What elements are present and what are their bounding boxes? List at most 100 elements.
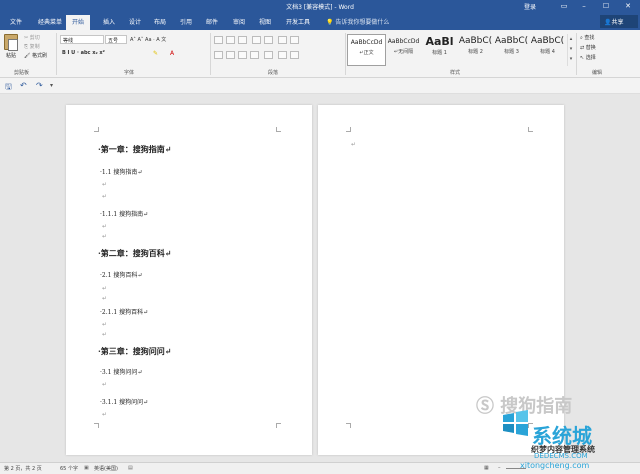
style-normal[interactable]: AaBbCcDd ↵正文 — [347, 34, 386, 66]
tab-home[interactable]: 开始 — [66, 15, 91, 30]
highlight-icon[interactable]: ✎ — [153, 50, 158, 57]
read-mode-icon[interactable]: ▦ — [484, 465, 489, 471]
tab-review[interactable]: 审阅 — [233, 17, 245, 26]
justify-icon[interactable] — [250, 51, 259, 59]
paragraph-mark: ↵ — [102, 233, 108, 240]
tell-me-text: 告诉我你想要做什么 — [335, 19, 390, 26]
style-sample: AaBbCcDd — [350, 39, 383, 46]
font-color-icon[interactable]: A — [170, 50, 174, 57]
select-button[interactable]: ↖ 选择 — [580, 54, 596, 61]
heading-1[interactable]: ·第一章：搜狗指南↵ — [98, 144, 172, 155]
xitongcheng-url-watermark: xitongcheng.com — [520, 461, 590, 470]
style-sample: AaBbC( — [458, 36, 493, 46]
style-sample: AaBbCcDd — [387, 38, 420, 45]
tab-developer[interactable]: 开发工具 — [286, 17, 310, 26]
numbering-icon[interactable] — [226, 36, 235, 44]
bullets-icon[interactable] — [214, 36, 223, 44]
page-1[interactable]: ·第一章：搜狗指南↵ ·1.1 搜狗指南↵ ↵ ↵ ·1.1.1 搜狗指南↵ ↵… — [66, 105, 312, 455]
heading-2[interactable]: ·2.1 搜狗百科↵ — [100, 270, 142, 279]
style-heading-2[interactable]: AaBbC( 标题 2 — [456, 34, 495, 66]
tab-file[interactable]: 文件 — [10, 17, 22, 26]
heading-3[interactable]: ·1.1.1 搜狗指南↵ — [100, 209, 148, 218]
redo-icon[interactable]: ↷ — [36, 81, 43, 90]
ribbon: 粘贴 ✂ 剪切 ⎘ 复制 🖌 格式刷 剪贴板 等线 五号 A˄ A˅ Aa · … — [0, 30, 640, 78]
font-size-select[interactable]: 五号 — [105, 35, 127, 44]
style-name: ↵正文 — [359, 50, 374, 56]
find-button[interactable]: ⌕ 查找 — [580, 34, 594, 41]
style-name: 标题 2 — [468, 49, 483, 55]
font-name-select[interactable]: 等线 — [60, 35, 104, 44]
editing-group-label: 编辑 — [592, 70, 603, 76]
align-left-icon[interactable] — [214, 51, 223, 59]
ribbon-display-icon[interactable]: ▭ — [556, 1, 572, 12]
word-count[interactable]: 65 个字 — [60, 465, 78, 472]
style-no-spacing[interactable]: AaBbCcDd ↵无间隔 — [384, 34, 423, 66]
tab-design[interactable]: 设计 — [129, 17, 141, 26]
increase-indent-icon[interactable] — [264, 36, 273, 44]
format-painter-button[interactable]: 🖌 格式刷 — [24, 52, 47, 59]
heading-1[interactable]: ·第二章：搜狗百科↵ — [98, 248, 172, 259]
style-sample: AaBbC( — [530, 36, 565, 46]
style-name: 标题 1 — [432, 50, 447, 56]
paragraph-mark: ↵ — [102, 193, 108, 200]
paragraph-mark: ↵ — [102, 381, 108, 388]
cut-label: 剪切 — [29, 35, 40, 41]
style-heading-3[interactable]: AaBbC( 标题 3 — [492, 34, 531, 66]
copy-button[interactable]: ⎘ 复制 — [24, 43, 40, 50]
align-center-icon[interactable] — [226, 51, 235, 59]
replace-button[interactable]: ⇄ 替换 — [580, 44, 596, 51]
style-heading-1[interactable]: AaBl 标题 1 — [420, 34, 459, 66]
paragraph-mark: ↵ — [102, 181, 108, 188]
paste-button[interactable]: 粘贴 — [6, 52, 16, 59]
borders-icon[interactable] — [290, 51, 299, 59]
tab-layout[interactable]: 布局 — [154, 17, 166, 26]
show-marks-icon[interactable] — [290, 36, 299, 44]
line-spacing-icon[interactable] — [264, 51, 273, 59]
styles-gallery-scroll[interactable]: ▴ ▾ ▾ — [567, 34, 574, 66]
share-button[interactable]: 👤共享 — [600, 15, 638, 28]
style-sample: AaBbC( — [494, 36, 529, 46]
windows-logo-icon — [503, 410, 528, 436]
find-label: 查找 — [584, 35, 595, 41]
paste-icon[interactable] — [4, 34, 18, 51]
heading-3[interactable]: ·3.1.1 搜狗问问↵ — [100, 397, 148, 406]
tab-mailings[interactable]: 邮件 — [206, 17, 218, 26]
style-heading-4[interactable]: AaBbC( 标题 4 — [528, 34, 567, 66]
paragraph-group-label: 段落 — [268, 70, 279, 76]
close-icon[interactable]: ✕ — [620, 1, 636, 12]
tab-references[interactable]: 引用 — [180, 17, 192, 26]
language-indicator[interactable]: 英语(美国) — [94, 465, 118, 472]
customize-qat-icon[interactable]: ▾ — [50, 82, 53, 89]
minimize-icon[interactable]: – — [576, 1, 592, 12]
style-name: ↵无间隔 — [393, 49, 414, 55]
tab-insert[interactable]: 插入 — [103, 17, 115, 26]
divider — [345, 33, 346, 75]
multilevel-list-icon[interactable] — [238, 36, 247, 44]
cut-button[interactable]: ✂ 剪切 — [24, 34, 40, 41]
zoom-out-button[interactable]: – — [498, 465, 501, 471]
login-link[interactable]: 登录 — [524, 2, 536, 11]
dedecms-url-watermark: DEDECMS.COM — [534, 452, 588, 460]
maximize-icon[interactable]: ☐ — [598, 1, 614, 12]
font-style-buttons[interactable]: B I U · abc x₂ x² — [62, 50, 105, 56]
decrease-indent-icon[interactable] — [252, 36, 261, 44]
proofing-icon[interactable]: ▣ — [84, 465, 89, 471]
crop-mark — [94, 423, 99, 428]
tell-me-box[interactable]: 💡 告诉我你想要做什么 — [326, 17, 389, 26]
undo-icon[interactable]: ↶ — [20, 81, 27, 90]
sort-icon[interactable] — [278, 36, 287, 44]
align-right-icon[interactable] — [238, 51, 247, 59]
font-grow-shrink-buttons[interactable]: A˄ A˅ Aa · A 文 — [130, 36, 166, 43]
paragraph-mark: ↵ — [102, 223, 108, 230]
tab-classic-menu[interactable]: 经典菜单 — [38, 17, 62, 26]
tab-view[interactable]: 视图 — [259, 17, 271, 26]
heading-3[interactable]: ·2.1.1 搜狗百科↵ — [100, 307, 148, 316]
save-icon[interactable]: 🖫 — [5, 81, 12, 95]
macro-icon[interactable]: ▤ — [128, 465, 133, 471]
heading-1[interactable]: ·第三章：搜狗问问↵ — [98, 346, 172, 357]
page-count[interactable]: 第 2 页，共 2 页 — [4, 465, 42, 472]
heading-2[interactable]: ·3.1 搜狗问问↵ — [100, 367, 142, 376]
ribbon-tabs: 文件 经典菜单 开始 插入 设计 布局 引用 邮件 审阅 视图 开发工具 💡 告… — [0, 14, 640, 30]
heading-2[interactable]: ·1.1 搜狗指南↵ — [100, 167, 142, 176]
shading-icon[interactable] — [278, 51, 287, 59]
